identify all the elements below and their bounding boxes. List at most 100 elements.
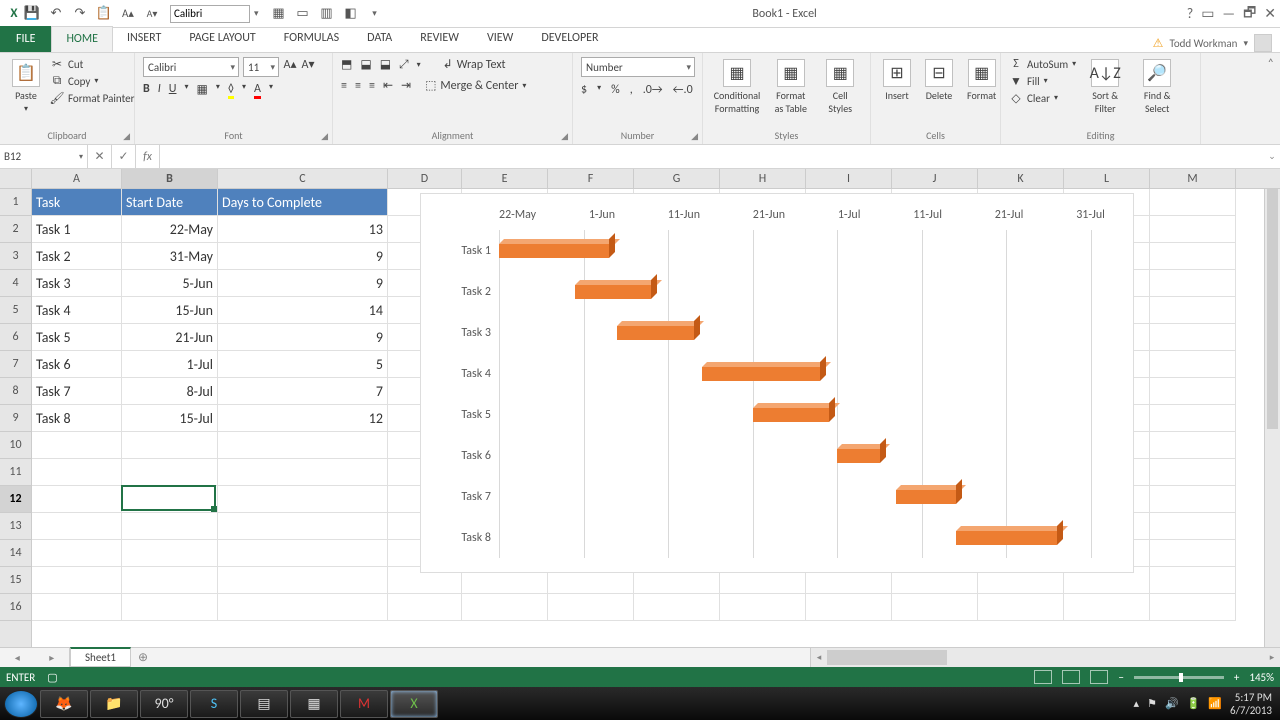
- cell[interactable]: 1-Jul: [122, 351, 218, 378]
- cell[interactable]: [32, 486, 122, 513]
- tab-page-layout[interactable]: PAGE LAYOUT: [175, 26, 269, 52]
- cell[interactable]: [122, 594, 218, 621]
- page-break-view-icon[interactable]: [1090, 670, 1108, 684]
- tab-review[interactable]: REVIEW: [406, 26, 473, 52]
- row-header-13[interactable]: 13: [0, 513, 31, 540]
- col-header-K[interactable]: K: [978, 169, 1064, 188]
- tray-icon[interactable]: 🔊: [1165, 697, 1179, 710]
- dialog-launcher-icon[interactable]: ◢: [321, 131, 328, 142]
- delete-cells-button[interactable]: ⊟Delete: [921, 57, 957, 104]
- cell[interactable]: [32, 567, 122, 594]
- format-painter-button[interactable]: 🖌Format Painter: [50, 91, 134, 105]
- cell[interactable]: 21-Jun: [122, 324, 218, 351]
- minimize-icon[interactable]: —: [1222, 5, 1235, 22]
- tab-developer[interactable]: DEVELOPER: [527, 26, 612, 52]
- select-all-button[interactable]: [0, 169, 31, 189]
- cell[interactable]: [32, 459, 122, 486]
- cell[interactable]: 15-Jun: [122, 297, 218, 324]
- cell[interactable]: Task 6: [32, 351, 122, 378]
- taskbar-mcafee[interactable]: M: [340, 690, 388, 718]
- cell[interactable]: [1150, 378, 1236, 405]
- cell[interactable]: [122, 513, 218, 540]
- qat-decrease-font-icon[interactable]: A▾: [144, 6, 160, 22]
- col-header-M[interactable]: M: [1150, 169, 1236, 188]
- cell[interactable]: [892, 594, 978, 621]
- taskbar-clock[interactable]: 5:17 PM 6/7/2013: [1230, 691, 1276, 717]
- tab-insert[interactable]: INSERT: [113, 26, 175, 52]
- redo-icon[interactable]: ↷: [72, 6, 88, 22]
- cell[interactable]: [1150, 243, 1236, 270]
- page-layout-view-icon[interactable]: [1062, 670, 1080, 684]
- cell[interactable]: 12: [218, 405, 388, 432]
- cell[interactable]: [218, 486, 388, 513]
- col-header-E[interactable]: E: [462, 169, 548, 188]
- cell[interactable]: [1150, 189, 1236, 216]
- currency-icon[interactable]: $: [581, 83, 587, 97]
- save-icon[interactable]: 💾: [24, 6, 40, 22]
- row-header-6[interactable]: 6: [0, 324, 31, 351]
- cell[interactable]: [122, 540, 218, 567]
- cell[interactable]: [1150, 432, 1236, 459]
- row-header-14[interactable]: 14: [0, 540, 31, 567]
- col-header-A[interactable]: A: [32, 169, 122, 188]
- font-name-combo[interactable]: Calibri: [143, 57, 239, 77]
- col-header-D[interactable]: D: [388, 169, 462, 188]
- cell[interactable]: [32, 513, 122, 540]
- cell[interactable]: [1150, 324, 1236, 351]
- cell[interactable]: 13: [218, 216, 388, 243]
- close-icon[interactable]: ✕: [1264, 5, 1276, 22]
- expand-formula-bar-icon[interactable]: ⌄: [1264, 145, 1280, 168]
- cell[interactable]: 7: [218, 378, 388, 405]
- help-icon[interactable]: ?: [1187, 5, 1194, 22]
- sheet-nav-first-icon[interactable]: ◂: [15, 651, 20, 664]
- shrink-font-icon[interactable]: A▾: [301, 57, 315, 71]
- cell[interactable]: Task 5: [32, 324, 122, 351]
- cut-button[interactable]: ✂Cut: [50, 57, 134, 71]
- name-box[interactable]: B12: [0, 145, 88, 168]
- sheet-nav-last-icon[interactable]: ▸: [49, 651, 54, 664]
- cell[interactable]: 5: [218, 351, 388, 378]
- gantt-bar[interactable]: [702, 367, 820, 381]
- cell[interactable]: [1150, 567, 1236, 594]
- taskbar-app[interactable]: ▤: [240, 690, 288, 718]
- decrease-decimal-icon[interactable]: ←.0: [673, 83, 693, 97]
- wrap-text-button[interactable]: ↲Wrap Text: [443, 57, 506, 72]
- grow-font-icon[interactable]: A▴: [283, 57, 297, 71]
- font-color-button[interactable]: A: [254, 82, 261, 97]
- cell[interactable]: 5-Jun: [122, 270, 218, 297]
- row-header-4[interactable]: 4: [0, 270, 31, 297]
- vertical-scrollbar[interactable]: [1264, 189, 1280, 647]
- cell[interactable]: [218, 540, 388, 567]
- col-header-H[interactable]: H: [720, 169, 806, 188]
- dialog-launcher-icon[interactable]: ◢: [691, 131, 698, 142]
- cell[interactable]: [1150, 486, 1236, 513]
- undo-icon[interactable]: ↶: [48, 6, 64, 22]
- cell[interactable]: [1150, 594, 1236, 621]
- qat-icon[interactable]: ▥: [319, 6, 335, 22]
- macro-record-icon[interactable]: ▢: [47, 671, 57, 684]
- cell[interactable]: [634, 594, 720, 621]
- find-select-button[interactable]: 🔎Find & Select: [1134, 57, 1180, 117]
- cell[interactable]: Task 8: [32, 405, 122, 432]
- cancel-entry-icon[interactable]: ✕: [88, 145, 112, 168]
- cell[interactable]: [218, 594, 388, 621]
- user-box[interactable]: ⚠ Todd Workman ▾: [1153, 34, 1280, 52]
- cell[interactable]: Task: [32, 189, 122, 216]
- fill-button[interactable]: ▼Fill▾: [1009, 74, 1076, 88]
- cell[interactable]: [218, 459, 388, 486]
- gantt-bar[interactable]: [575, 285, 651, 299]
- autosum-button[interactable]: ΣAutoSum▾: [1009, 57, 1076, 71]
- row-header-11[interactable]: 11: [0, 459, 31, 486]
- clear-button[interactable]: ◇Clear▾: [1009, 91, 1076, 105]
- paste-button[interactable]: 📋Paste▾: [8, 57, 44, 116]
- taskbar-weather[interactable]: 90°: [140, 690, 188, 718]
- worksheet[interactable]: 12345678910111213141516 ABCDEFGHIJKLM Ta…: [0, 169, 1280, 647]
- row-header-10[interactable]: 10: [0, 432, 31, 459]
- cell[interactable]: [122, 432, 218, 459]
- cell[interactable]: [388, 594, 462, 621]
- cell[interactable]: 14: [218, 297, 388, 324]
- new-sheet-button[interactable]: ⊕: [131, 648, 155, 667]
- bold-button[interactable]: B: [143, 82, 150, 97]
- cell[interactable]: 22-May: [122, 216, 218, 243]
- gantt-bar[interactable]: [617, 326, 693, 340]
